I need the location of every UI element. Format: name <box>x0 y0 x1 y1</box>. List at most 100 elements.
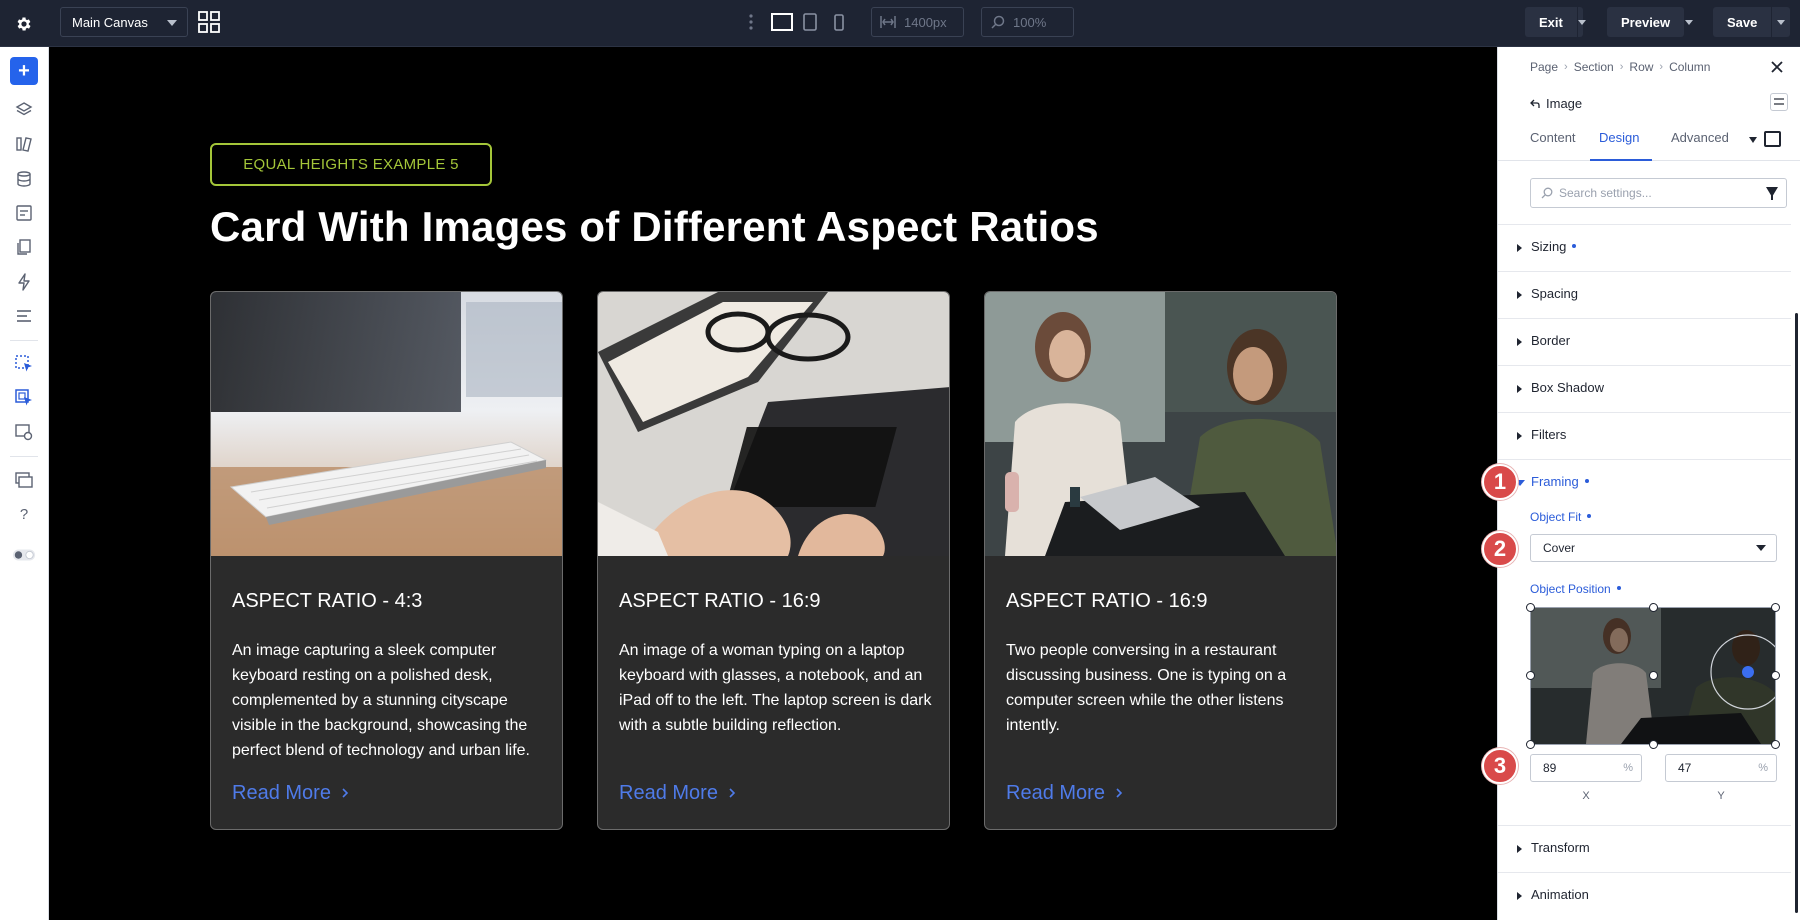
resize-handle[interactable] <box>1771 671 1780 680</box>
tablet-view-icon[interactable] <box>802 11 818 33</box>
meeting-image[interactable] <box>985 292 1336 556</box>
rail-divider <box>10 340 38 341</box>
select-element-icon[interactable] <box>12 352 36 376</box>
section-transform[interactable]: Transform <box>1498 825 1791 871</box>
desktop-view-icon[interactable] <box>770 11 794 33</box>
width-arrows-icon <box>880 15 896 29</box>
exit-dropdown-icon[interactable] <box>1576 7 1586 37</box>
preview-dropdown-icon[interactable] <box>1684 7 1694 37</box>
panel-tabs: Content Design Advanced <box>1498 119 1800 161</box>
object-fit-label: Object Fit <box>1530 510 1592 524</box>
tabs-dropdown-icon[interactable] <box>1749 137 1757 143</box>
breakpoint-icon[interactable] <box>1764 131 1781 147</box>
save-label: Save <box>1727 14 1758 30</box>
object-fit-select[interactable]: Cover <box>1530 534 1777 562</box>
breadcrumb-item[interactable]: Column <box>1669 60 1710 74</box>
tab-content[interactable]: Content <box>1530 130 1576 145</box>
card[interactable]: ASPECT RATIO - 16:9 Two people conversin… <box>984 291 1337 830</box>
save-button[interactable]: Save <box>1713 7 1790 37</box>
lightning-icon[interactable] <box>12 270 36 294</box>
section-animation[interactable]: Animation <box>1498 872 1791 918</box>
canvas-select[interactable]: Main Canvas <box>60 7 188 37</box>
breadcrumb-item[interactable]: Row <box>1629 60 1653 74</box>
canvas-width-field[interactable]: 1400px <box>871 7 964 37</box>
card[interactable]: ASPECT RATIO - 16:9 An image of a woman … <box>597 291 950 830</box>
form-icon[interactable] <box>12 201 36 225</box>
resize-handle[interactable] <box>1771 740 1780 749</box>
modified-dot <box>1572 243 1577 248</box>
section-label: Transform <box>1531 840 1590 855</box>
save-dropdown-icon[interactable] <box>1771 7 1789 37</box>
layers-icon[interactable] <box>12 98 36 122</box>
read-more-link[interactable]: Read More <box>232 782 349 805</box>
resize-handle[interactable] <box>1526 740 1535 749</box>
read-more-link[interactable]: Read More <box>1006 782 1123 805</box>
section-sizing[interactable]: Sizing <box>1498 224 1791 270</box>
caret-right-icon <box>1517 244 1522 252</box>
section-label: Sizing <box>1531 239 1577 254</box>
section-filters[interactable]: Filters <box>1498 412 1791 458</box>
sliders-icon[interactable] <box>1770 93 1788 111</box>
section-border[interactable]: Border <box>1498 318 1791 364</box>
back-arrow-icon[interactable] <box>1530 99 1540 109</box>
section-box-shadow[interactable]: Box Shadow <box>1498 365 1791 411</box>
search-icon <box>1541 187 1553 199</box>
tab-advanced[interactable]: Advanced <box>1671 130 1729 145</box>
select-multiple-icon[interactable] <box>12 386 36 410</box>
caret-right-icon <box>1517 432 1522 440</box>
breadcrumb-item[interactable]: Page <box>1530 60 1558 74</box>
laptop-image[interactable] <box>598 292 949 556</box>
read-more-label: Read More <box>1006 782 1105 804</box>
resize-handle[interactable] <box>1649 740 1658 749</box>
section-spacing[interactable]: Spacing <box>1498 271 1791 317</box>
resize-handle[interactable] <box>1649 603 1658 612</box>
read-more-link[interactable]: Read More <box>619 782 736 805</box>
exit-button[interactable]: Exit <box>1525 7 1586 37</box>
position-x-input[interactable]: 89 % <box>1530 754 1642 782</box>
add-element-button[interactable]: + <box>10 57 38 85</box>
resize-handle[interactable] <box>1526 603 1535 612</box>
unit-label: % <box>1623 762 1633 774</box>
list-icon[interactable] <box>12 304 36 328</box>
modified-dot <box>1616 585 1621 590</box>
object-position-label-text: Object Position <box>1530 582 1611 596</box>
chevron-right-icon <box>728 782 736 805</box>
resize-handle[interactable] <box>1649 671 1658 680</box>
database-icon[interactable] <box>12 167 36 191</box>
tab-design[interactable]: Design <box>1599 130 1639 145</box>
filter-icon[interactable] <box>1766 187 1778 200</box>
close-icon[interactable] <box>1768 58 1786 76</box>
position-y-input[interactable]: 47 % <box>1665 754 1777 782</box>
resize-handle[interactable] <box>1526 671 1535 680</box>
library-icon[interactable] <box>12 132 36 156</box>
resize-handle[interactable] <box>1771 603 1780 612</box>
top-toolbar: Main Canvas 1400px 100% Exit Preview Sav… <box>0 0 1800 47</box>
section-label: Filters <box>1531 427 1567 442</box>
help-icon[interactable]: ? <box>12 502 36 526</box>
gear-icon[interactable] <box>12 12 36 36</box>
preview-button[interactable]: Preview <box>1607 7 1694 37</box>
panel-scrollbar[interactable] <box>1795 313 1798 913</box>
keyboard-image[interactable] <box>211 292 562 556</box>
modified-dot <box>1584 478 1589 483</box>
object-position-picker[interactable] <box>1526 603 1780 749</box>
card-description: An image of a woman typing on a laptop k… <box>619 642 932 734</box>
caret-right-icon <box>1517 338 1522 346</box>
section-framing[interactable]: Framing <box>1498 459 1791 505</box>
drag-handle-icon[interactable] <box>748 12 754 32</box>
mobile-view-icon[interactable] <box>832 11 846 33</box>
theme-toggle-icon[interactable] <box>12 543 36 567</box>
pages-icon[interactable] <box>12 235 36 259</box>
windows-icon[interactable] <box>12 468 36 492</box>
zoom-field[interactable]: 100% <box>981 7 1074 37</box>
image-settings-icon[interactable] <box>12 420 36 444</box>
settings-search-input[interactable]: Search settings... <box>1530 178 1787 208</box>
card[interactable]: ASPECT RATIO - 4:3 An image capturing a … <box>210 291 563 830</box>
search-placeholder: Search settings... <box>1559 186 1652 200</box>
grid-icon[interactable] <box>198 11 220 33</box>
settings-panel: Page › Section › Row › Column Image Cont… <box>1497 47 1800 920</box>
section-label: Border <box>1531 333 1571 348</box>
chevron-right-icon: › <box>1564 61 1568 73</box>
breadcrumb-item[interactable]: Section <box>1574 60 1614 74</box>
exit-label: Exit <box>1539 14 1563 30</box>
